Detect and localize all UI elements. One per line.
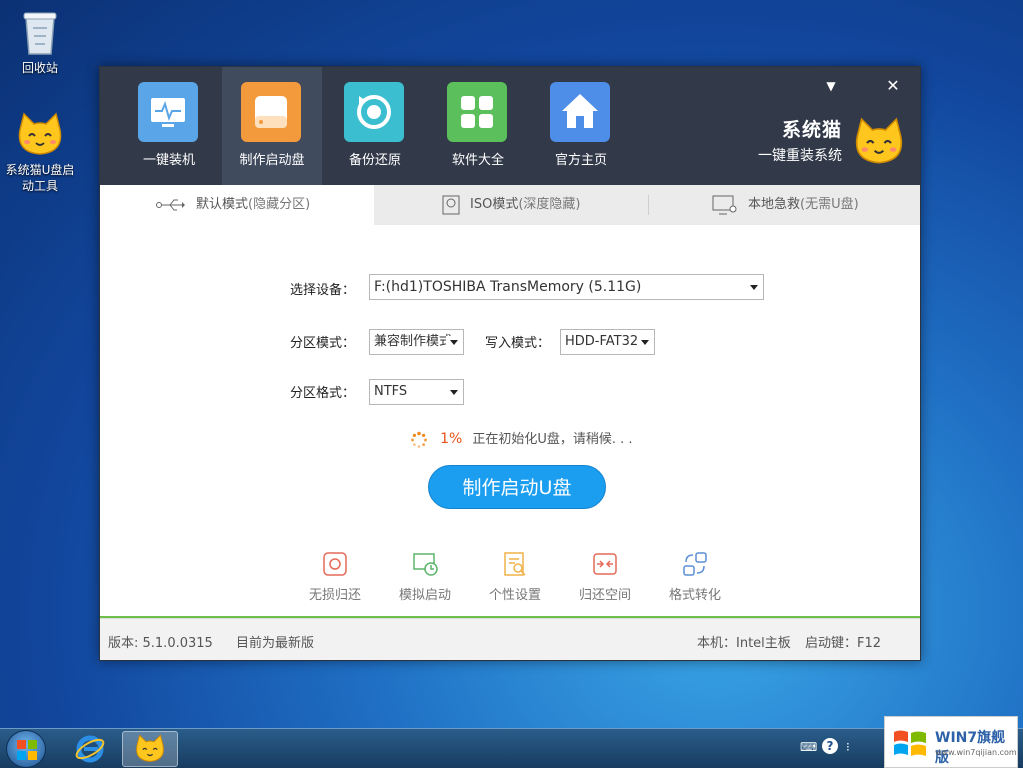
tab-local-rescue[interactable]: 本地急救(无需U盘) — [648, 185, 920, 225]
tool-lossless-restore[interactable]: 无损归还 — [300, 550, 370, 603]
cat-logo-icon — [855, 117, 903, 164]
badge-url: www.win7qijian.com — [935, 748, 1017, 757]
help-icon[interactable]: ? — [822, 738, 838, 754]
monitor-pulse-icon — [138, 82, 198, 142]
tool-format-convert[interactable]: 格式转化 — [660, 550, 730, 603]
tab-default-mode[interactable]: 默认模式(隐藏分区) — [100, 185, 374, 225]
options-icon[interactable]: ⁝ — [846, 740, 850, 754]
partition-mode-select[interactable]: 兼容制作模式 — [369, 329, 464, 355]
tool-personalize[interactable]: 个性设置 — [480, 550, 550, 603]
progress-percent: 1% — [440, 431, 463, 447]
device-label: 选择设备： — [290, 283, 356, 298]
restore-icon — [344, 82, 404, 142]
tab-iso-mode[interactable]: ISO模式(深度隐藏) — [374, 185, 648, 225]
tab-label: 默认模式 — [196, 197, 249, 212]
brand-name: 系统猫 — [781, 119, 842, 141]
close-button[interactable]: ✕ — [882, 75, 904, 97]
grid-icon — [447, 82, 507, 142]
nav-one-click-install[interactable]: 一键装机 — [119, 67, 219, 185]
app-window: 一键装机 制作启动盘 备份还原 软件大全 官方主页 ▼ ✕ 系统猫 一键重装系统… — [99, 66, 921, 661]
usb-icon — [156, 199, 185, 211]
home-icon — [550, 82, 610, 142]
internet-explorer-icon — [75, 735, 105, 763]
desktop-icon-label: 系统猫U盘启动工具 — [5, 163, 75, 193]
nav-label: 官方主页 — [554, 153, 607, 168]
tool-label: 格式转化 — [668, 588, 721, 603]
menu-dropdown-button[interactable]: ▼ — [820, 75, 842, 97]
desktop-icon-recycle-bin[interactable]: 回收站 — [0, 8, 80, 76]
taskbar-xitongmao[interactable] — [122, 731, 178, 767]
tool-simulate-boot[interactable]: 模拟启动 — [390, 550, 460, 603]
nav-backup-restore[interactable]: 备份还原 — [325, 67, 425, 185]
boot-key: 启动键：F12 — [805, 636, 882, 651]
nav-software-center[interactable]: 软件大全 — [428, 67, 528, 185]
tool-label: 个性设置 — [488, 588, 541, 603]
tab-label: 本地急救 — [748, 197, 801, 212]
format-convert-icon — [683, 552, 707, 576]
return-space-icon — [593, 553, 617, 575]
taskbar: ⌨ ? ⁝ — [0, 728, 1023, 768]
chevron-down-icon — [450, 390, 458, 395]
nav-label: 制作启动盘 — [239, 153, 305, 168]
app-header: 一键装机 制作启动盘 备份还原 软件大全 官方主页 ▼ ✕ 系统猫 一键重装系统 — [100, 67, 920, 185]
brand-tagline: 一键重装系统 — [758, 148, 842, 164]
monitor-icon — [712, 195, 737, 215]
machine-info: 本机：Intel主板 — [697, 636, 791, 651]
desktop-icon-label: 回收站 — [21, 61, 58, 75]
iso-disc-icon — [442, 195, 460, 215]
win7-badge: WIN7旗舰版 www.win7qijian.com — [884, 716, 1018, 768]
windows-flag-icon — [894, 730, 926, 756]
tool-label: 模拟启动 — [398, 588, 451, 603]
windows-logo-icon — [17, 740, 37, 760]
loading-spinner-icon — [411, 431, 427, 448]
status-footer: 版本: 5.1.0.0315 目前为最新版 本机：Intel主板 启动键：F12 — [100, 618, 920, 660]
tab-note: (深度隐藏) — [518, 197, 581, 212]
tab-note: (无需U盘) — [800, 197, 859, 212]
recycle-bin-icon — [23, 12, 57, 55]
nav-label: 一键装机 — [142, 153, 195, 168]
progress-status: 1% 正在初始化U盘，请稍候. . . — [410, 429, 633, 449]
partition-format-label: 分区格式： — [290, 386, 356, 401]
partition-mode-label: 分区模式： — [290, 336, 356, 351]
update-status: 目前为最新版 — [236, 636, 315, 651]
chevron-down-icon — [450, 340, 458, 345]
tool-label: 归还空间 — [578, 588, 631, 603]
nav-official-site[interactable]: 官方主页 — [531, 67, 631, 185]
write-mode-label: 写入模式： — [485, 336, 551, 351]
desktop-icon-xitongmao-tool[interactable]: 系统猫U盘启动工具 — [0, 112, 80, 194]
badge-title: WIN7旗舰版 — [935, 730, 1006, 766]
chevron-down-icon — [641, 340, 649, 345]
usb-drive-icon — [241, 82, 301, 142]
brand: 系统猫 一键重装系统 — [750, 115, 842, 165]
tool-return-space[interactable]: 归还空间 — [570, 550, 640, 603]
start-button[interactable] — [6, 730, 46, 768]
partition-format-select[interactable]: NTFS — [369, 379, 464, 405]
device-select[interactable]: F:(hd1)TOSHIBA TransMemory (5.11G) — [369, 274, 764, 300]
nav-label: 软件大全 — [451, 153, 504, 168]
taskbar-ie[interactable] — [62, 731, 118, 767]
chevron-down-icon — [750, 285, 758, 290]
tab-label: ISO模式 — [470, 197, 519, 212]
tool-label: 无损归还 — [308, 588, 361, 603]
partition-mode-value: 兼容制作模式 — [374, 334, 453, 349]
cat-face-icon — [136, 734, 164, 762]
lossless-restore-icon — [323, 552, 347, 576]
tab-note: (隐藏分区) — [248, 197, 311, 212]
device-value: F:(hd1)TOSHIBA TransMemory (5.11G) — [374, 279, 642, 295]
personalize-icon — [504, 552, 526, 576]
write-mode-select[interactable]: HDD-FAT32 — [560, 329, 655, 355]
version-text: 版本: 5.1.0.0315 — [108, 636, 213, 651]
partition-format-value: NTFS — [374, 384, 408, 399]
nav-make-boot-disk[interactable]: 制作启动盘 — [222, 67, 322, 185]
progress-text: 正在初始化U盘，请稍候. . . — [472, 432, 633, 447]
nav-label: 备份还原 — [348, 153, 401, 168]
keyboard-icon[interactable]: ⌨ — [800, 740, 817, 754]
cat-face-icon — [18, 112, 62, 155]
make-boot-usb-button[interactable]: 制作启动U盘 — [428, 465, 606, 509]
mode-tabs: 默认模式(隐藏分区) ISO模式(深度隐藏) 本地急救(无需U盘) — [100, 185, 920, 225]
write-mode-value: HDD-FAT32 — [565, 334, 639, 349]
simulate-boot-icon — [413, 553, 438, 576]
